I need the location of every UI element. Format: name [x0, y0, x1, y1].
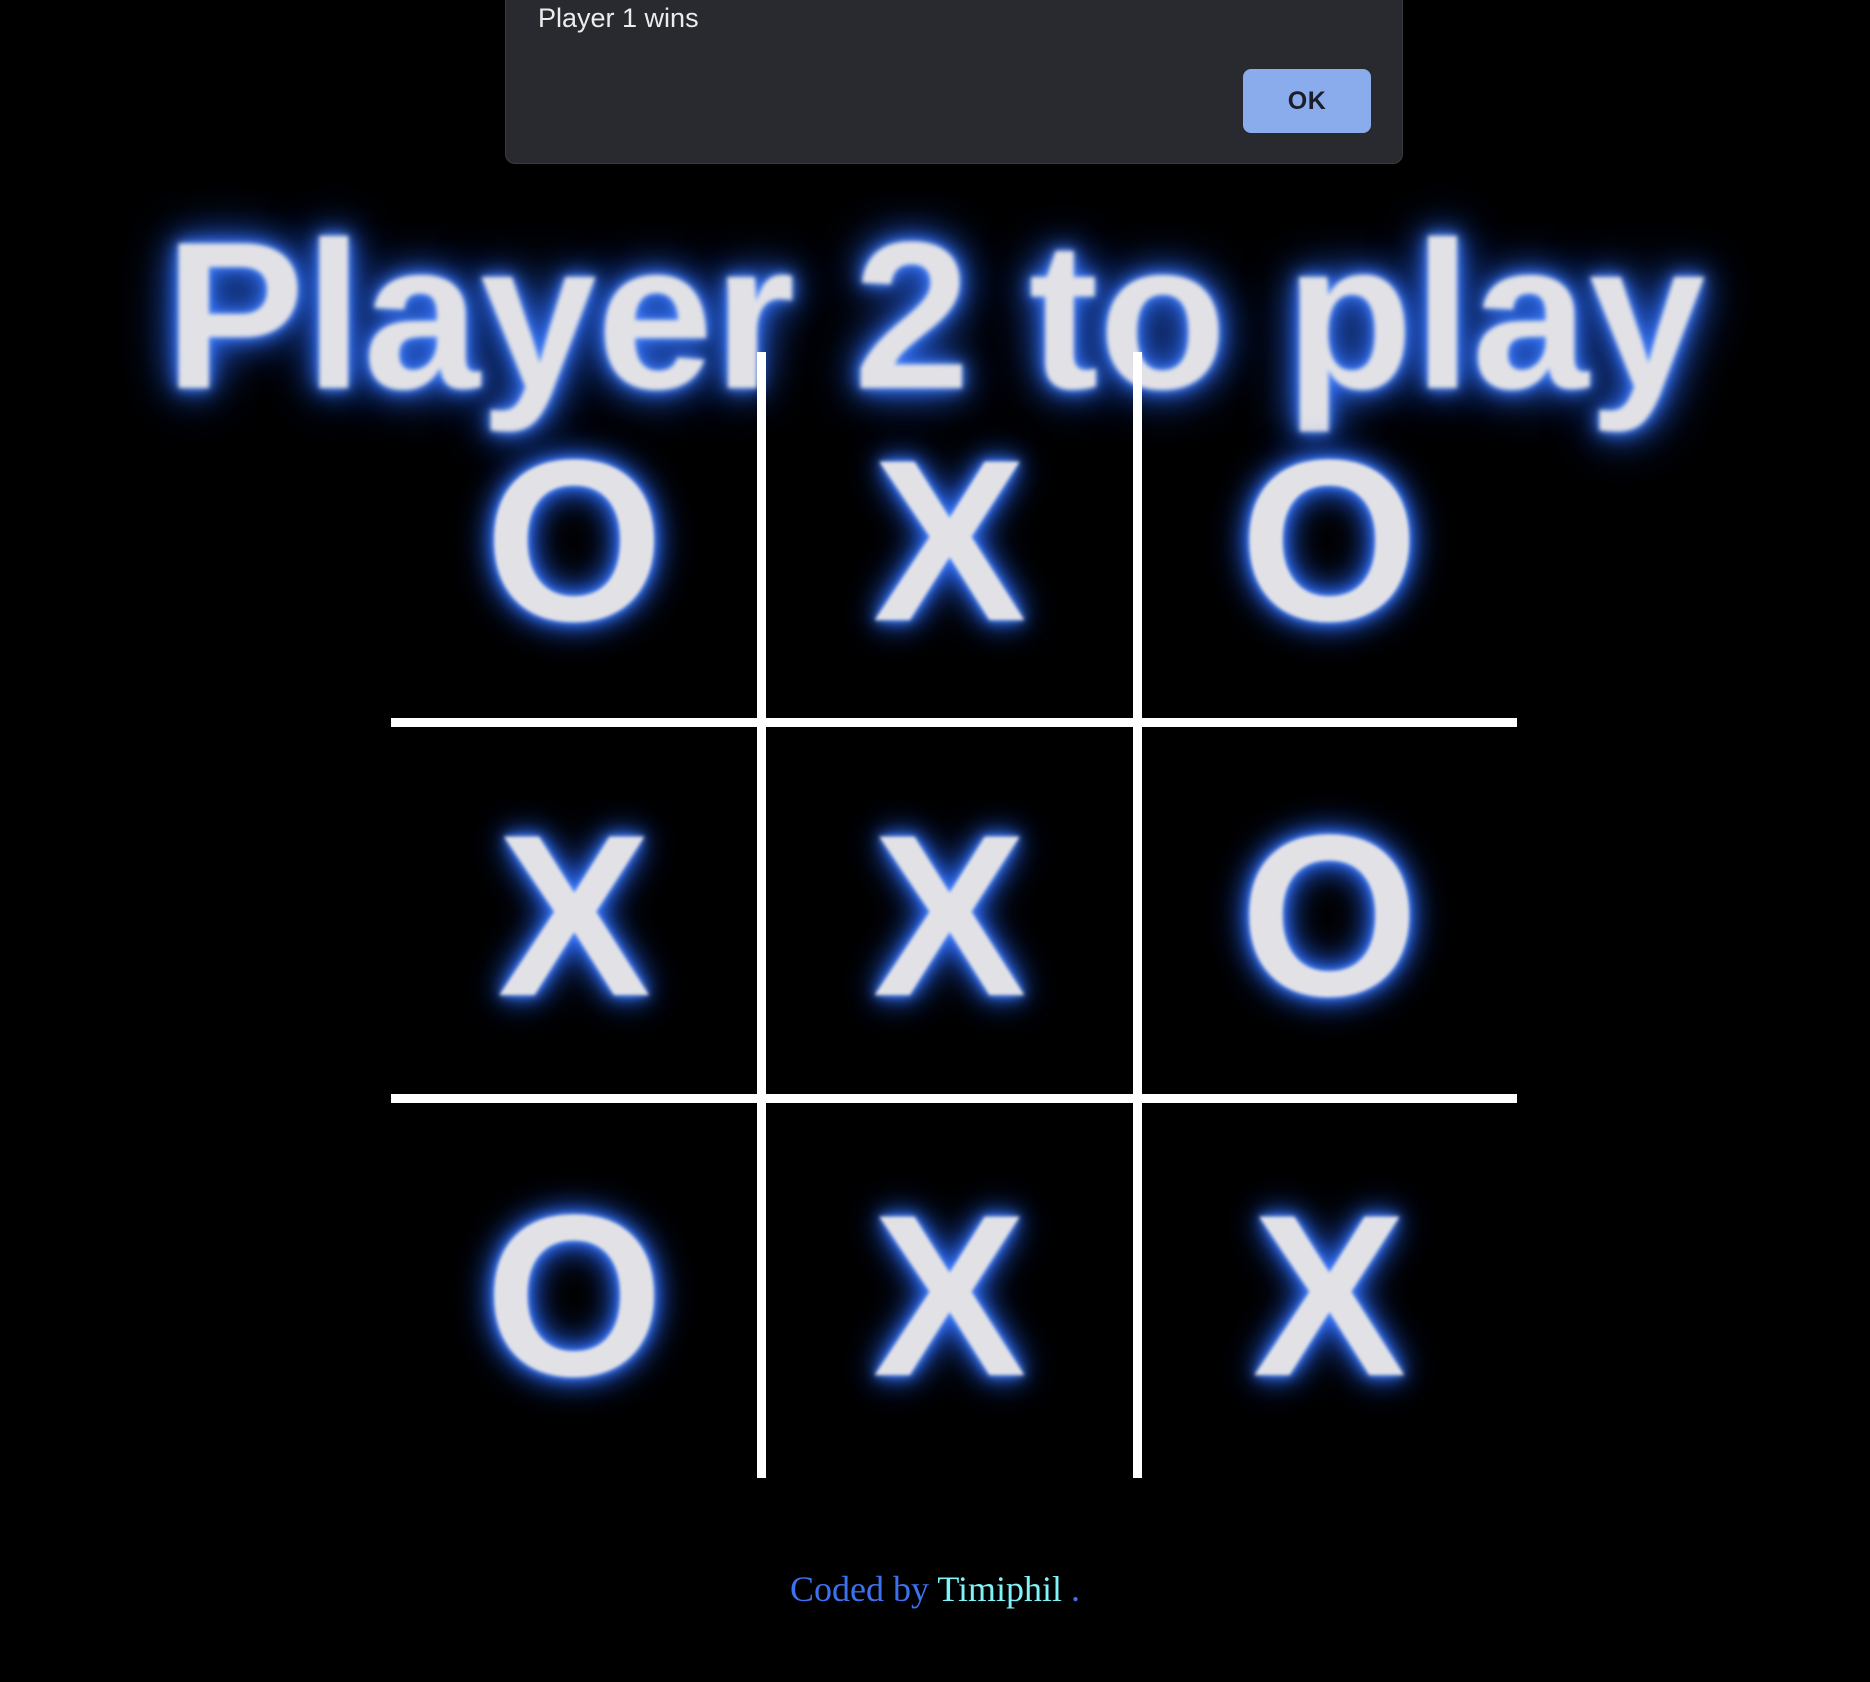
cell-mark: O: [484, 1167, 664, 1425]
board-cell-r3-c1[interactable]: O: [391, 1102, 767, 1478]
cell-mark: X: [1252, 1167, 1407, 1425]
game-board: O X O X X O O X X: [391, 352, 1517, 1478]
cell-mark: X: [872, 787, 1027, 1045]
cell-mark: X: [872, 1167, 1027, 1425]
board-cell-r1-c3[interactable]: O: [1141, 352, 1517, 728]
board-cell-r2-c1[interactable]: X: [391, 727, 767, 1103]
credits-suffix: .: [1071, 1569, 1081, 1609]
cell-mark: O: [1239, 787, 1419, 1045]
alert-dialog: Player 1 wins OK: [505, 0, 1403, 164]
cell-mark: X: [872, 412, 1027, 670]
board-cell-r2-c3[interactable]: O: [1141, 727, 1517, 1103]
cell-mark: O: [1239, 412, 1419, 670]
board-cell-r1-c1[interactable]: O: [391, 352, 767, 728]
ok-button[interactable]: OK: [1243, 69, 1371, 133]
board-cell-r2-c2[interactable]: X: [766, 727, 1142, 1103]
cell-mark: O: [484, 412, 664, 670]
cell-mark: X: [497, 787, 651, 1045]
credits-prefix: Coded by: [789, 1569, 929, 1609]
board-cell-r3-c3[interactable]: X: [1142, 1103, 1517, 1478]
credits-footer: Coded by Timiphil .: [0, 1565, 1870, 1613]
author-link[interactable]: Timiphil: [937, 1569, 1062, 1609]
board-cell-r1-c2[interactable]: X: [766, 352, 1142, 728]
alert-message: Player 1 wins: [538, 3, 699, 33]
board-cell-r3-c2[interactable]: X: [766, 1102, 1142, 1478]
